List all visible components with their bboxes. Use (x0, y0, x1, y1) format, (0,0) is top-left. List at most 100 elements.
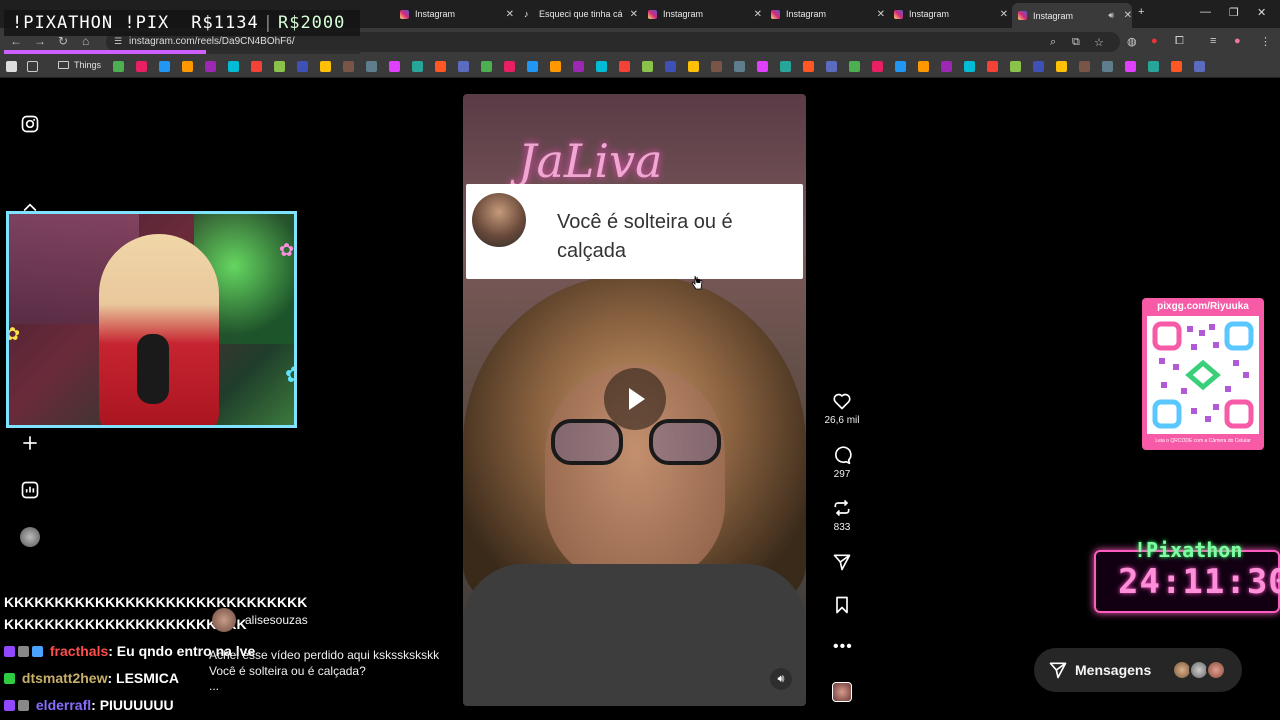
messages-button[interactable]: Mensagens (1034, 648, 1242, 692)
browser-tab[interactable]: Instagram ✕ (394, 4, 514, 24)
bookmark-favicon-icon[interactable] (366, 61, 377, 72)
close-tab-icon[interactable]: ✕ (1124, 10, 1132, 21)
audio-thumbnail[interactable] (832, 682, 852, 702)
bookmark-favicon-icon[interactable] (458, 61, 469, 72)
bookmark-favicon-icon[interactable] (113, 61, 124, 72)
bookmark-favicon-icon[interactable] (872, 61, 883, 72)
browser-tab[interactable]: Instagram ✕ (642, 4, 762, 24)
restore-icon[interactable]: ❐ (1229, 6, 1239, 19)
comment-button[interactable]: 297 (820, 445, 864, 480)
volume-icon[interactable]: 🔊︎ (770, 668, 792, 690)
bookmark-favicon-icon[interactable] (757, 61, 768, 72)
bookmark-favicon-icon[interactable] (182, 61, 193, 72)
share-button[interactable] (820, 552, 864, 572)
bookmark-favicon-icon[interactable] (1079, 61, 1090, 72)
bookmark-favicon-icon[interactable] (274, 61, 285, 72)
close-window-icon[interactable]: ✕ (1257, 6, 1266, 19)
browser-tab[interactable]: Instagram ✕ (888, 4, 1008, 24)
bookmark-favicon-icon[interactable] (1010, 61, 1021, 72)
bookmark-favicon-icon[interactable] (435, 61, 446, 72)
zoom-icon[interactable]: ⌕ (1050, 36, 1056, 49)
reel-video[interactable]: JaLiva Você é solteira ou é calçada 🔊︎ (463, 94, 806, 706)
bookmark-favicon-icon[interactable] (1125, 61, 1136, 72)
bookmark-favicon-icon[interactable] (504, 61, 515, 72)
close-tab-icon[interactable]: ✕ (754, 9, 762, 20)
close-tab-icon[interactable]: ✕ (630, 9, 638, 20)
profile-avatar[interactable] (20, 527, 40, 547)
author-avatar[interactable] (212, 608, 236, 632)
menu-kebab-icon[interactable]: ⋮ (1260, 35, 1271, 48)
bookmark-favicon-icon[interactable] (343, 61, 354, 72)
site-info-icon[interactable]: ☰ (114, 36, 122, 47)
bookmark-favicon-icon[interactable] (1102, 61, 1113, 72)
bookmark-favicon-icon[interactable] (1148, 61, 1159, 72)
bookmark-favicon-icon[interactable] (665, 61, 676, 72)
repost-button[interactable]: 833 (820, 498, 864, 533)
bookmark-favicon-icon[interactable] (297, 61, 308, 72)
bookmark-favicon-icon[interactable] (159, 61, 170, 72)
browser-tab-active[interactable]: Instagram 🔊︎ ✕ (1012, 3, 1132, 28)
bookmark-favicon-icon[interactable] (136, 61, 147, 72)
save-button[interactable] (820, 595, 864, 615)
install-icon[interactable]: ⧉ (1072, 36, 1080, 49)
bookmark-favicon-icon[interactable] (481, 61, 492, 72)
browser-tab[interactable]: Instagram ✕ (765, 4, 885, 24)
bookmark-favicon-icon[interactable] (205, 61, 216, 72)
bookmark-favicon-icon[interactable] (895, 61, 906, 72)
bookmark-star-icon[interactable]: ☆ (1094, 36, 1104, 49)
bookmark-favicon-icon[interactable] (1056, 61, 1067, 72)
reload-icon[interactable]: ↻ (58, 34, 68, 48)
bookmark-favicon-icon[interactable] (711, 61, 722, 72)
apps-icon[interactable] (6, 61, 17, 72)
bookmark-favicon-icon[interactable] (642, 61, 653, 72)
new-tab-button[interactable]: + (1138, 6, 1144, 18)
caption-more[interactable]: ... (209, 679, 219, 693)
bookmark-favicon-icon[interactable] (780, 61, 791, 72)
bookmark-favicon-icon[interactable] (826, 61, 837, 72)
bookmark-favicon-icon[interactable] (987, 61, 998, 72)
extensions-puzzle-icon[interactable]: ⧠ (1175, 35, 1184, 48)
instagram-logo-icon[interactable] (20, 114, 40, 134)
reading-list-icon[interactable]: ≡ (1210, 35, 1216, 47)
bookmark-favicon-icon[interactable] (320, 61, 331, 72)
bookmark-favicon-icon[interactable] (734, 61, 745, 72)
bookmark-favicon-icon[interactable] (1171, 61, 1182, 72)
bookmark-favicon-icon[interactable] (389, 61, 400, 72)
play-button[interactable] (604, 368, 666, 430)
bookmark-favicon-icon[interactable] (550, 61, 561, 72)
more-options-icon[interactable]: ••• (833, 638, 853, 656)
extension-icon[interactable]: ◍ (1127, 35, 1137, 48)
bookmark-favicon-icon[interactable] (619, 61, 630, 72)
bookmark-favicon-icon[interactable] (803, 61, 814, 72)
dashboard-icon[interactable] (20, 480, 40, 500)
bookmark-favicon-icon[interactable] (918, 61, 929, 72)
bookmark-favicon-icon[interactable] (573, 61, 584, 72)
bookmark-favicon-icon[interactable] (688, 61, 699, 72)
bookmark-favicon-icon[interactable] (596, 61, 607, 72)
minimize-icon[interactable]: — (1200, 6, 1211, 18)
bookmark-favicon-icon[interactable] (1033, 61, 1044, 72)
speaker-icon[interactable]: 🔊︎ (1108, 10, 1114, 21)
bookmark-favicon-icon[interactable] (849, 61, 860, 72)
extension-icon[interactable]: ● (1151, 35, 1158, 47)
profile-avatar-icon[interactable]: ● (1234, 35, 1241, 47)
bookmark-favicon-icon[interactable] (964, 61, 975, 72)
bookmark-favicon-icon[interactable] (251, 61, 262, 72)
author-username[interactable]: alisesouzas (245, 613, 308, 627)
create-plus-icon[interactable] (20, 433, 40, 453)
close-tab-icon[interactable]: ✕ (877, 9, 885, 20)
bookmark-favicon-icon[interactable] (527, 61, 538, 72)
close-tab-icon[interactable]: ✕ (1000, 9, 1008, 20)
bookmark-favicon-icon[interactable] (941, 61, 952, 72)
browser-tab[interactable]: ♪ Esqueci que tinha cá ✕ (518, 4, 638, 24)
grid-icon[interactable] (27, 61, 38, 72)
home-icon[interactable]: ⌂ (82, 34, 89, 48)
close-tab-icon[interactable]: ✕ (506, 9, 514, 20)
bookmark-favicon-icon[interactable] (1194, 61, 1205, 72)
like-button[interactable]: 26,6 mil (820, 391, 864, 426)
back-icon[interactable]: ← (10, 34, 22, 48)
bookmark-favicon-icon[interactable] (228, 61, 239, 72)
bookmark-folder-things[interactable]: Things (58, 60, 101, 70)
forward-icon[interactable]: → (34, 34, 46, 48)
bookmark-favicon-icon[interactable] (412, 61, 423, 72)
